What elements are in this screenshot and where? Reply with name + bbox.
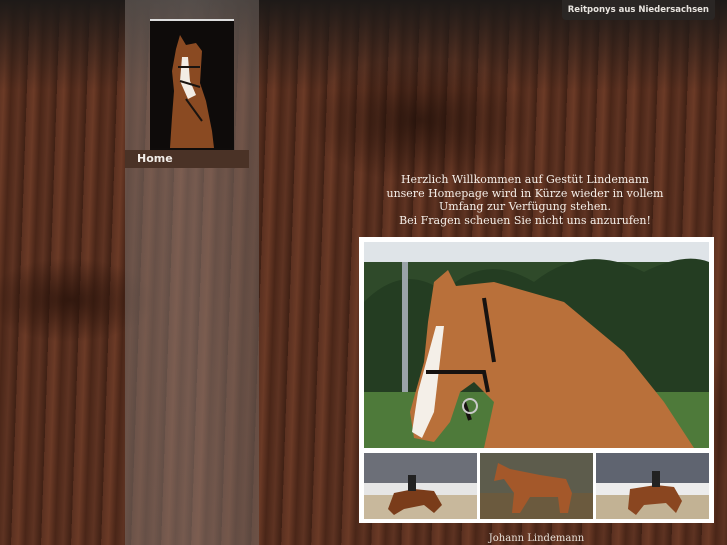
welcome-line-1: Herzlich Willkommen auf Gestüt Lindemann [400,173,650,186]
thumbnail-photo-1 [364,453,477,519]
nav-home[interactable]: Home [125,150,249,168]
footer-name: Johann Lindemann [488,533,585,544]
thumbnail-photo-2 [480,453,593,519]
welcome-line-4: Bei Fragen scheuen Sie nicht uns anzuruf… [399,213,651,227]
brand-tab: Reitponys aus Niedersachsen [561,0,715,20]
welcome-line-3: Umfang zur Verfügung stehen. [439,200,611,213]
welcome-text: Herzlich Willkommen auf Gestüt Lindemann… [380,173,670,227]
main-horse-photo [364,242,709,448]
photo-collage [359,237,714,523]
sidebar-horse-photo [150,19,234,150]
thumbnail-photo-3 [596,453,709,519]
welcome-line-2: unsere Homepage wird in Kürze wieder in … [386,186,664,200]
